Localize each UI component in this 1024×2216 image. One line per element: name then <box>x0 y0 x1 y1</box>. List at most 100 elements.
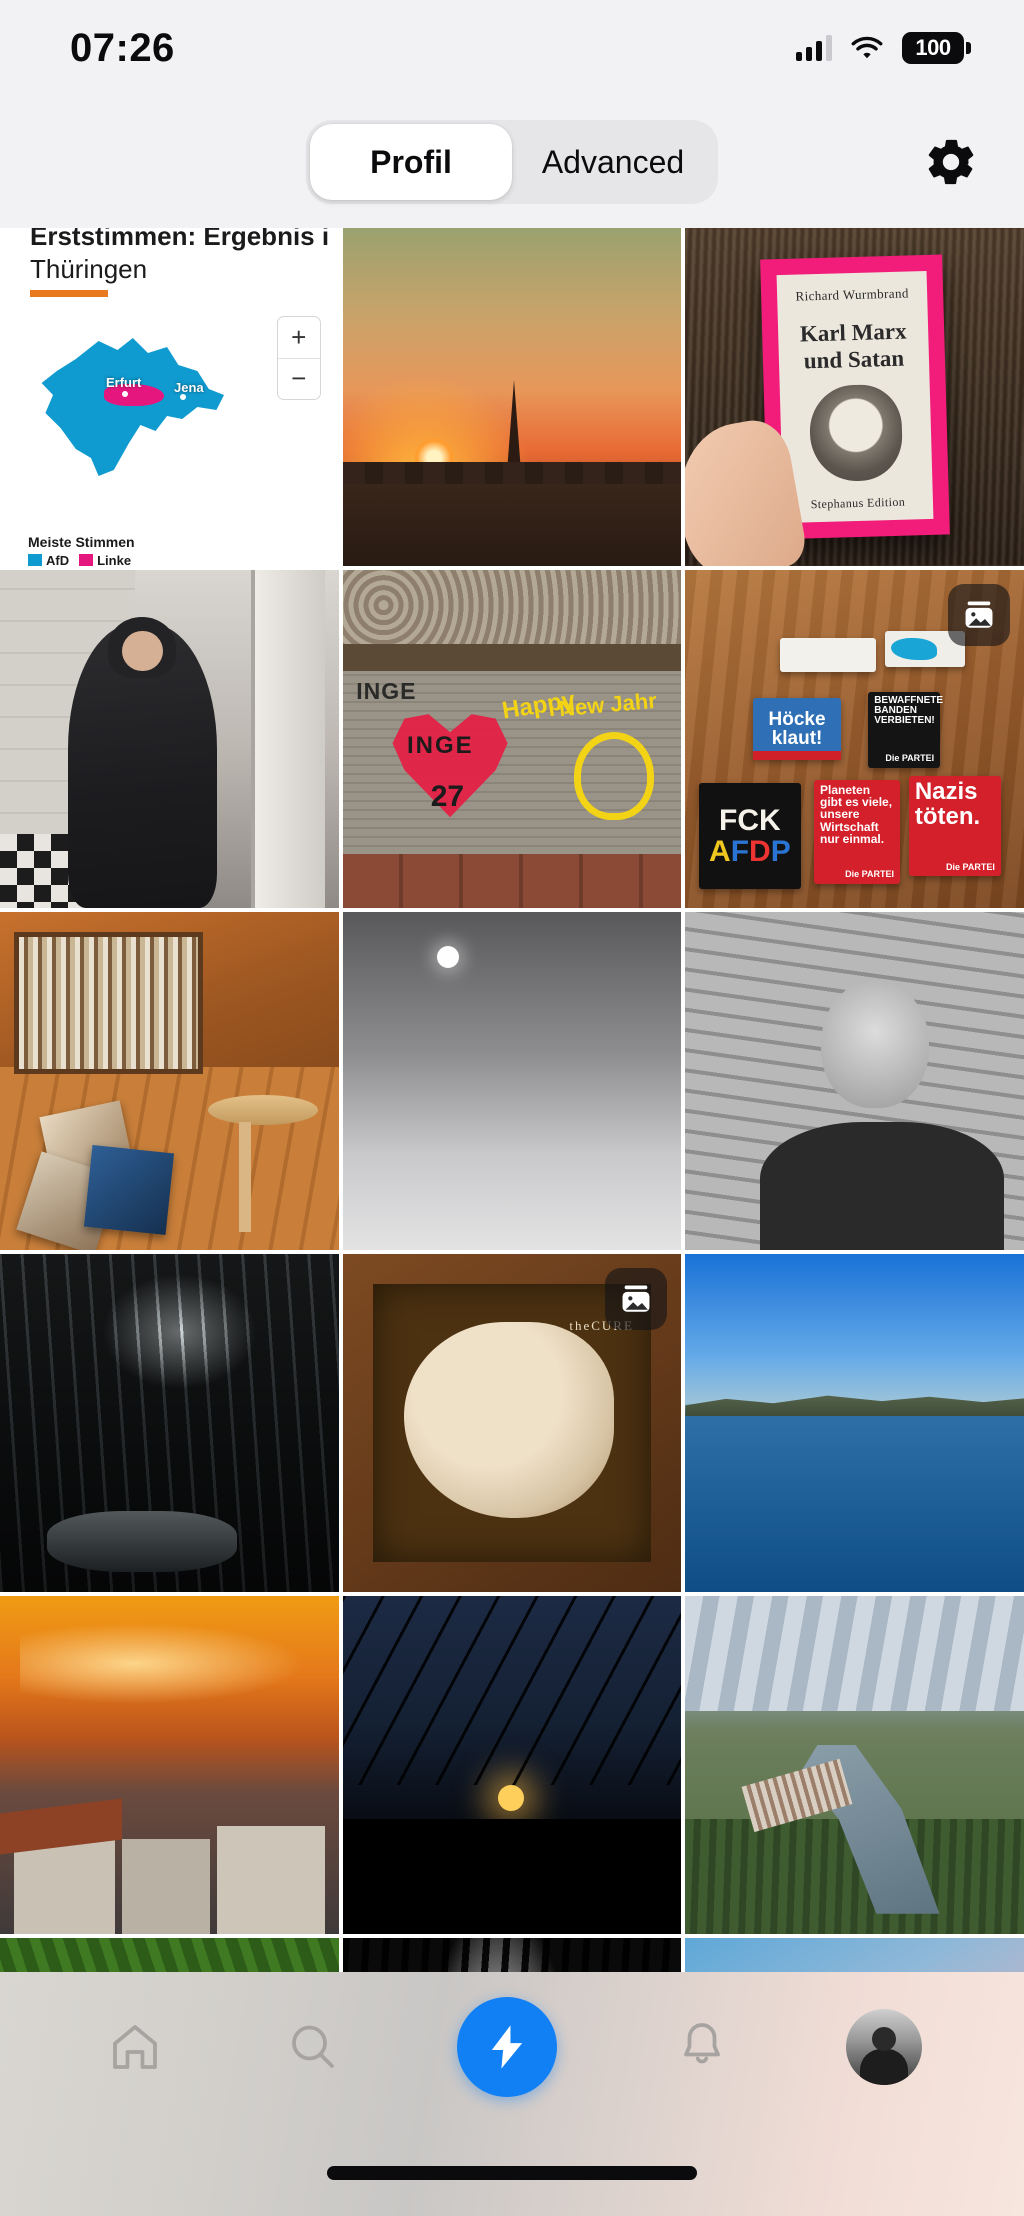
map-title-line1: Erststimmen: Ergebnis in <box>30 228 329 251</box>
glowing-cloud <box>20 1623 305 1705</box>
grid-item-book-karl-marx-und-satan[interactable]: Richard Wurmbrand Karl Marx und Satan St… <box>685 228 1024 566</box>
grid-item-mirror-selfie-hoodie[interactable] <box>0 570 339 908</box>
gear-icon <box>928 139 974 185</box>
sticker-hoecke-klaut: Höcke klaut! <box>753 698 842 761</box>
tab-compose[interactable] <box>456 1997 557 2097</box>
bell-icon <box>683 2023 720 2064</box>
map-legend-title: Meiste Stimmen <box>28 534 135 550</box>
tab-search[interactable] <box>279 2014 345 2080</box>
tab-advanced[interactable]: Advanced <box>512 124 714 200</box>
sticker-bewaffnete-banden-verbieten: BEWAFFNETE BANDEN VERBIETEN! Die PARTEI <box>868 691 944 768</box>
wifi-icon <box>851 36 883 59</box>
dark-horizon <box>342 1819 682 1934</box>
record-shelf <box>13 932 204 1075</box>
face <box>121 630 163 672</box>
bottom-tab-bar <box>0 1972 1024 2216</box>
erfurt-dot <box>122 391 128 397</box>
sticker-planeten-text: Planeten gibt es viele, unsere Wirtschaf… <box>820 782 893 847</box>
lake-water <box>47 1510 238 1572</box>
tab-profil[interactable]: Profil <box>310 124 512 200</box>
grid-item-the-cure-album-cover[interactable]: theCURE <box>342 1254 682 1592</box>
segmented-control[interactable]: Profil Advanced <box>306 120 718 204</box>
book-publisher: Stephanus Edition <box>810 494 906 512</box>
sticker-fck-afdp: FCK AFDP <box>698 782 801 889</box>
sticker-hoecke-text: Höcke klaut! <box>768 708 826 750</box>
tree-branches <box>342 1596 682 1786</box>
multi-photo-icon <box>947 584 1010 646</box>
yellow-face-doodle <box>574 732 655 821</box>
settings-button[interactable] <box>920 131 982 193</box>
search-icon <box>292 2025 335 2068</box>
brick-base <box>342 853 682 908</box>
grid-item-orange-sunset-rooftops[interactable] <box>0 1596 339 1934</box>
home-indicator <box>327 2166 697 2180</box>
grid-item-elbe-valley-aerial[interactable] <box>685 1596 1024 1934</box>
legend-key-afd: AfD <box>28 553 69 566</box>
grid-item-black-white-selfie[interactable] <box>685 912 1024 1250</box>
tab-home[interactable] <box>102 2014 168 2080</box>
photo-grid[interactable]: Erststimmen: Ergebnis in Thüringen + − E… <box>0 228 1024 1972</box>
map-title-line2: Thüringen <box>30 253 148 284</box>
book-author: Richard Wurmbrand <box>794 285 909 304</box>
sticker-partei-label-2: Die PARTEI <box>845 869 895 880</box>
map-legend: Meiste Stimmen AfD Linke <box>28 534 135 566</box>
battery-icon: 100 <box>902 32 971 64</box>
map-title: Erststimmen: Ergebnis in Thüringen <box>30 228 329 285</box>
grid-item-sunset-over-city[interactable] <box>342 228 682 566</box>
home-icon <box>112 2025 157 2069</box>
tab-profile-avatar[interactable] <box>846 2009 923 2085</box>
book-title-line2: und Satan <box>803 345 905 374</box>
grid-item-black-white-tree-canopy[interactable] <box>342 1938 682 1972</box>
graffiti-text-inge-2: INGE <box>407 732 474 760</box>
far-hills <box>685 1395 1024 1417</box>
record-sleeve-2 <box>83 1144 175 1235</box>
grid-item-graffiti-inge-heart[interactable]: INGE INGE 27 Happy New Jahr <box>342 570 682 908</box>
thueringen-shape <box>41 338 224 476</box>
tree-silhouettes <box>342 1938 682 1972</box>
erfurt-label: Erfurt <box>106 375 142 390</box>
wooden-beam <box>342 644 682 675</box>
graffiti-text-27: 27 <box>430 779 465 813</box>
grid-item-pastel-sky[interactable] <box>685 1938 1024 1972</box>
stool-top <box>208 1094 319 1125</box>
sticker-nazis-toeten: Nazis töten. Die PARTEI <box>908 776 1001 877</box>
door <box>250 570 326 908</box>
jena-label: Jena <box>174 380 204 395</box>
cellular-bars-icon <box>796 35 832 61</box>
status-bar-indicators: 100 <box>796 32 971 64</box>
sticker-nazis-text: Nazis töten. <box>914 778 981 831</box>
sticker-verbieten-text: BEWAFFNETE BANDEN VERBIETEN! <box>874 694 944 727</box>
grid-item-vinyl-records-room[interactable] <box>0 912 339 1250</box>
status-bar-time: 07:26 <box>70 25 175 70</box>
moon <box>437 945 460 968</box>
tab-notifications[interactable] <box>669 2014 735 2080</box>
map-accent-rule <box>30 290 108 297</box>
battery-level: 100 <box>915 35 951 60</box>
face <box>820 979 929 1108</box>
map-zoom-controls[interactable]: + − <box>276 316 321 400</box>
sticker-partei-label-1: Die PARTEI <box>885 753 935 764</box>
map-zoom-in-button[interactable]: + <box>277 317 320 359</box>
graffiti-text-inge-1: INGE <box>356 678 417 705</box>
torso <box>759 1121 1004 1250</box>
marx-portrait-illustration <box>808 383 903 483</box>
lightning-bolt-icon <box>491 2025 523 2069</box>
sticker-evolution <box>780 637 877 672</box>
building-3 <box>216 1825 326 1934</box>
cloudy-sky <box>685 1596 1024 1711</box>
book-title-line1: Karl Marx <box>799 318 907 347</box>
grid-item-thueringen-election-map[interactable]: Erststimmen: Ergebnis in Thüringen + − E… <box>0 228 339 566</box>
legend-key-linke: Linke <box>79 553 131 566</box>
header: Profil Advanced <box>0 96 1024 228</box>
grid-item-blue-lake-landscape[interactable] <box>685 1254 1024 1592</box>
map-zoom-out-button[interactable]: − <box>278 359 320 400</box>
sticker-planeten: Planeten gibt es viele, unsere Wirtschaf… <box>814 779 901 884</box>
grid-item-green-moss-closeup[interactable] <box>0 1938 339 1972</box>
grid-item-dark-forest-lake[interactable] <box>0 1254 339 1592</box>
stool-leg <box>238 1121 251 1232</box>
sticker-partei-label-3: Die PARTEI <box>945 861 995 872</box>
rising-moon <box>498 1785 525 1812</box>
grid-item-night-moonrise-branches[interactable] <box>342 1596 682 1934</box>
grid-item-moon-grey-sky[interactable] <box>342 912 682 1250</box>
grid-item-die-partei-stickers[interactable]: Höcke klaut! BEWAFFNETE BANDEN VERBIETEN… <box>685 570 1024 908</box>
